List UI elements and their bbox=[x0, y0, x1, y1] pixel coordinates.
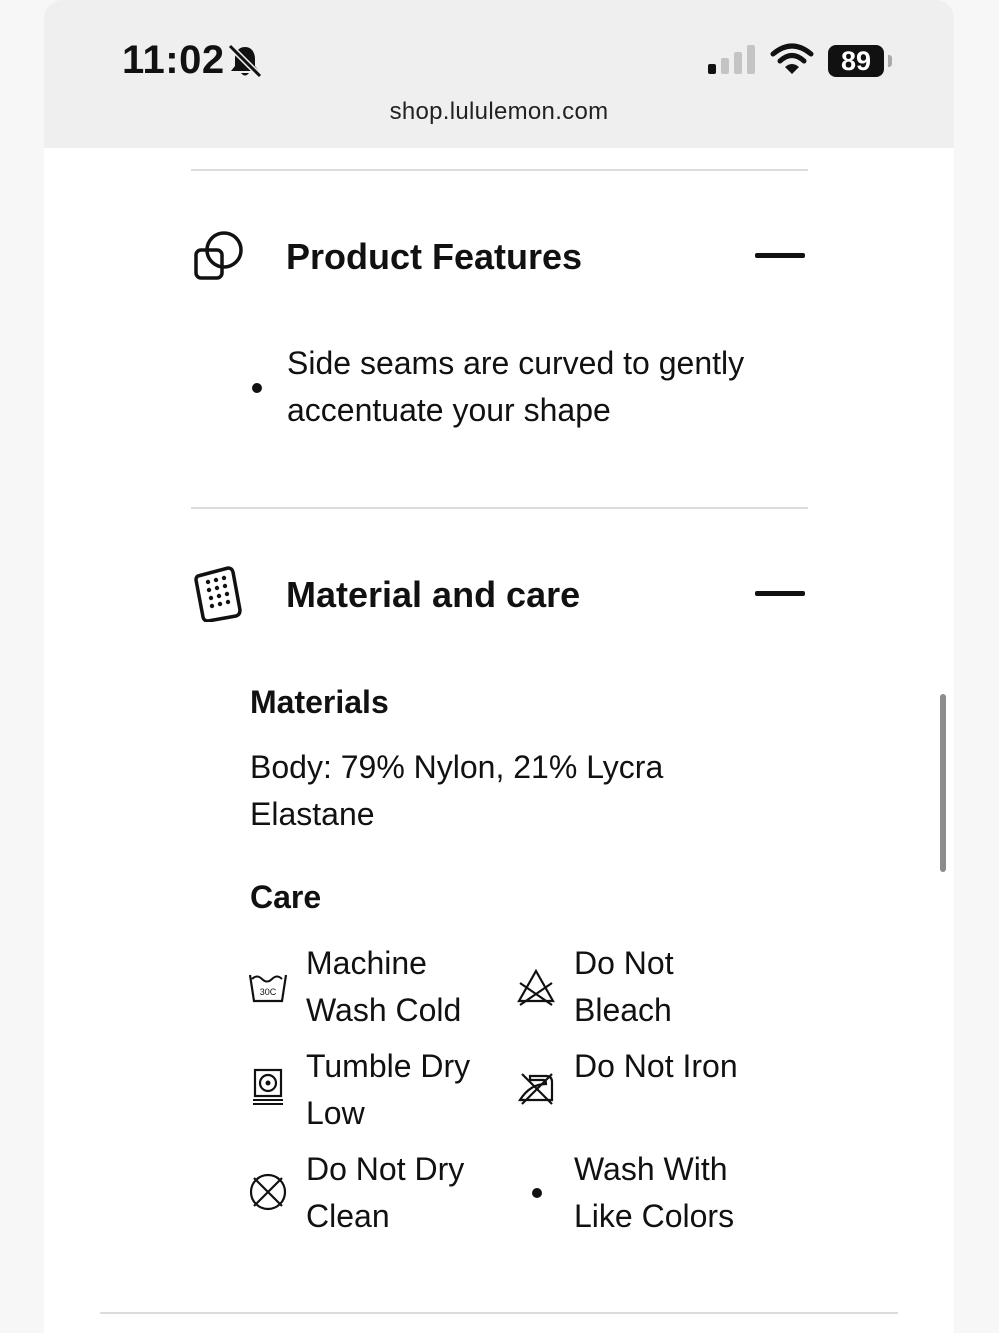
svg-text:30C: 30C bbox=[260, 987, 277, 997]
do-not-dry-clean-icon bbox=[249, 1173, 287, 1211]
materials-heading: Materials bbox=[250, 684, 389, 720]
care-label-tumble-dry: Tumble Dry Low bbox=[306, 1048, 471, 1131]
status-time: 11:02 bbox=[122, 38, 225, 82]
battery-nub bbox=[888, 55, 892, 67]
feature-bullet-text: Side seams are curved to gently accentua… bbox=[287, 345, 745, 428]
section-divider bbox=[191, 507, 808, 509]
phone-screen: 11:02 89 shop.lululemon.com Product Feat… bbox=[44, 0, 954, 1333]
bullet-dot bbox=[532, 1188, 542, 1198]
tumble-dry-low-icon bbox=[253, 1068, 283, 1105]
care-label-wash-like-colors: Wash With Like Colors bbox=[574, 1151, 735, 1234]
cellular-signal-icon bbox=[708, 45, 755, 74]
materials-text: Body: 79% Nylon, 21% Lycra Elastane bbox=[250, 749, 664, 832]
wifi-icon bbox=[770, 43, 814, 74]
overlapping-shapes-icon bbox=[194, 231, 243, 280]
care-label-do-not-iron: Do Not Iron bbox=[574, 1048, 738, 1084]
care-label-machine-wash: Machine Wash Cold bbox=[306, 945, 462, 1028]
section-divider bbox=[191, 169, 808, 171]
care-label-do-not-dry-clean: Do Not Dry Clean bbox=[306, 1151, 465, 1234]
care-label-do-not-bleach: Do Not Bleach bbox=[574, 945, 674, 1028]
do-not-iron-icon bbox=[518, 1073, 554, 1105]
scrollbar[interactable] bbox=[940, 694, 946, 872]
product-features-title[interactable]: Product Features bbox=[286, 236, 582, 278]
material-care-collapse-button[interactable] bbox=[755, 591, 805, 596]
address-bar-url[interactable]: shop.lululemon.com bbox=[44, 98, 954, 126]
bullet-dot bbox=[252, 383, 262, 393]
material-care-title[interactable]: Material and care bbox=[286, 574, 580, 616]
battery-indicator: 89 bbox=[828, 45, 884, 77]
product-features-collapse-button[interactable] bbox=[755, 253, 805, 258]
fabric-swatch-icon bbox=[194, 566, 242, 622]
care-heading: Care bbox=[250, 879, 322, 915]
section-divider bbox=[100, 1312, 898, 1314]
silent-bell-icon bbox=[227, 43, 263, 79]
do-not-bleach-icon bbox=[517, 968, 555, 1006]
status-bar: 11:02 89 shop.lululemon.com bbox=[44, 0, 954, 148]
machine-wash-30c-icon: 30C bbox=[248, 974, 288, 1003]
